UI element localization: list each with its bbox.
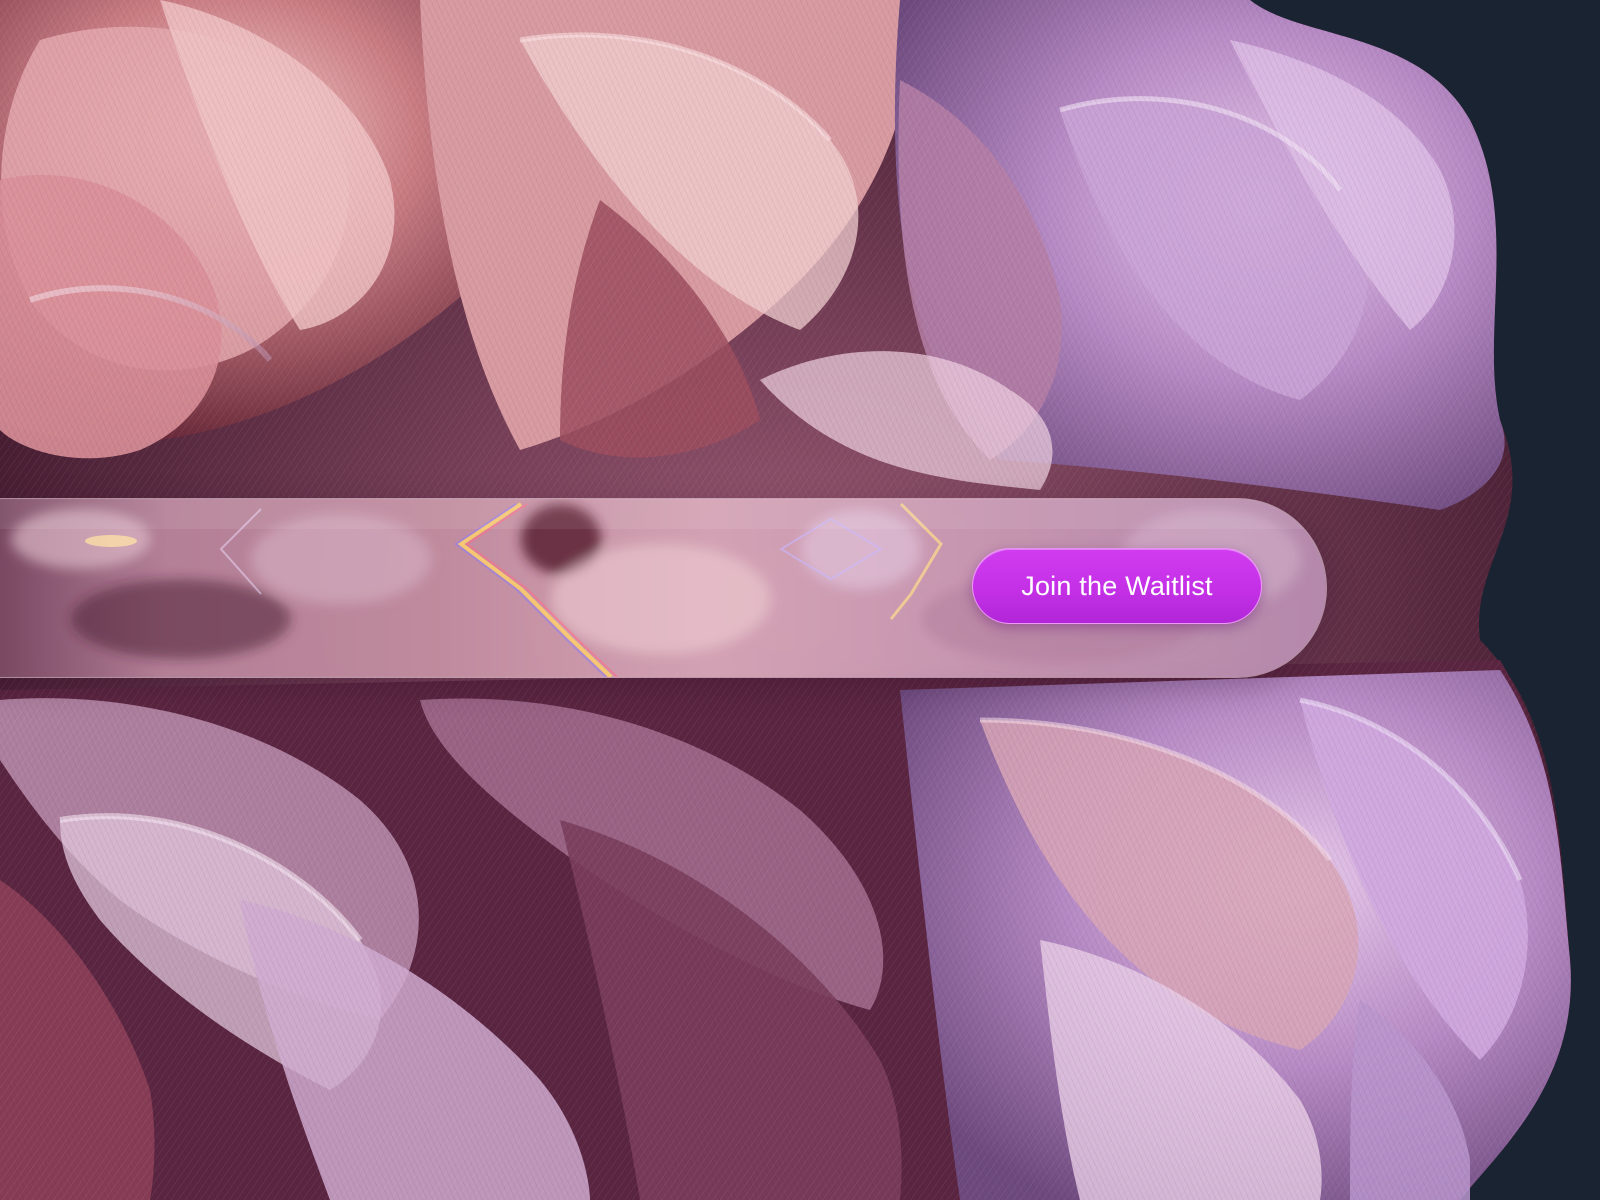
landing-page: Join the Waitlist (0, 0, 1600, 1200)
join-waitlist-button[interactable]: Join the Waitlist (972, 548, 1262, 624)
